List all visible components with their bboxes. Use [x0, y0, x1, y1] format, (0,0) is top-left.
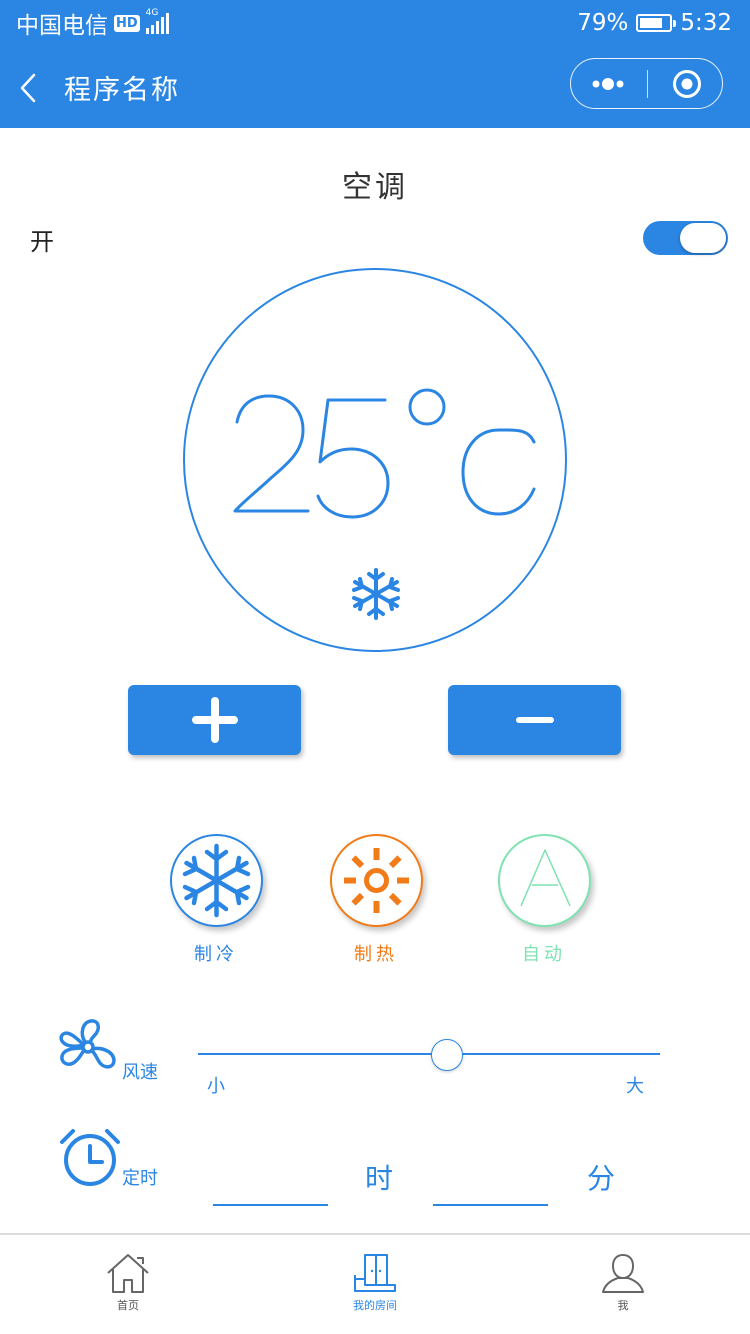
- back-arrow-icon[interactable]: [16, 68, 46, 108]
- mode-heat-button[interactable]: 制热: [306, 834, 446, 966]
- wind-speed-label: 风速: [122, 1062, 158, 1083]
- slider-max-label: 大: [626, 1076, 644, 1097]
- mini-program-capsule: [570, 58, 723, 109]
- tab-my-room[interactable]: 我的房间: [305, 1251, 445, 1313]
- clock-time: 5:32: [680, 10, 732, 36]
- signal-icon: 4G: [145, 8, 169, 34]
- person-icon: [602, 1254, 644, 1293]
- letter-a-icon: [519, 849, 571, 907]
- tab-me-label: 我: [617, 1299, 629, 1312]
- plus-icon: [192, 697, 238, 743]
- slider-track: [198, 1053, 660, 1055]
- status-bar-right: 79% 5:32: [577, 8, 732, 38]
- hour-input[interactable]: [213, 1160, 328, 1206]
- mode-cool-button[interactable]: 制冷: [146, 834, 286, 966]
- battery-percent: 79%: [577, 10, 629, 36]
- carrier-name: 中国电信: [16, 13, 108, 39]
- status-bar-left: 中国电信 HD 4G: [16, 8, 169, 39]
- slider-min-label: 小: [207, 1076, 225, 1097]
- timer-label: 定时: [122, 1168, 158, 1189]
- mode-auto-label: 自动: [522, 944, 566, 965]
- increase-temperature-button[interactable]: [128, 685, 301, 755]
- tab-home-label: 首页: [117, 1299, 139, 1312]
- tab-home[interactable]: 首页: [58, 1251, 198, 1313]
- mode-auto-ring: [497, 834, 591, 927]
- tab-me[interactable]: 我: [553, 1251, 693, 1313]
- hour-unit-label: 时: [365, 1162, 394, 1195]
- title-bar: 中国电信 HD 4G 79% 5:32 程序名称: [0, 0, 750, 128]
- close-target-icon[interactable]: [671, 68, 703, 100]
- mode-heat-ring: [329, 834, 423, 927]
- mode-cool-ring: [169, 834, 263, 927]
- decrease-temperature-button[interactable]: [448, 685, 621, 755]
- capsule-divider: [647, 70, 648, 98]
- toggle-knob: [680, 223, 726, 253]
- room-icon: [354, 1254, 396, 1292]
- snowflake-icon: [352, 568, 400, 620]
- network-type: 4G: [145, 8, 159, 18]
- mode-auto-button[interactable]: 自动: [474, 834, 614, 966]
- sun-icon: [343, 848, 409, 913]
- minute-unit-label: 分: [587, 1162, 616, 1195]
- power-state-label: 开: [30, 228, 54, 256]
- minus-icon: [516, 717, 554, 723]
- mode-cool-label: 制冷: [194, 944, 238, 965]
- temperature-dial: 25: [183, 268, 567, 652]
- hd-badge: HD: [114, 14, 140, 32]
- page-title: 程序名称: [64, 75, 180, 106]
- battery-icon: [636, 14, 677, 32]
- minute-input[interactable]: [433, 1160, 548, 1206]
- more-icon[interactable]: [589, 71, 629, 97]
- snowflake-icon: [182, 843, 250, 918]
- slider-thumb[interactable]: [431, 1039, 464, 1071]
- device-title: 空调: [342, 170, 408, 205]
- alarm-clock-icon: [60, 1129, 120, 1186]
- bottom-tab-bar: 首页 我的房间 我: [0, 1233, 750, 1334]
- fan-icon: [59, 1019, 116, 1069]
- home-icon: [107, 1254, 149, 1293]
- tab-my-room-label: 我的房间: [353, 1299, 397, 1312]
- wind-speed-slider[interactable]: [198, 1039, 660, 1071]
- power-toggle[interactable]: [643, 221, 728, 255]
- mode-heat-label: 制热: [354, 944, 398, 965]
